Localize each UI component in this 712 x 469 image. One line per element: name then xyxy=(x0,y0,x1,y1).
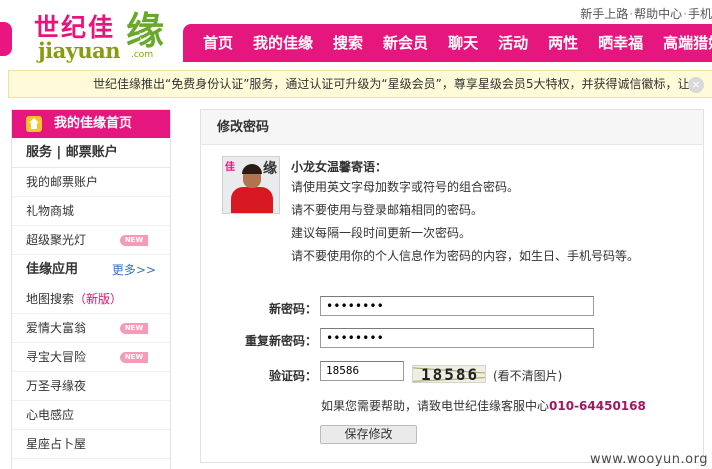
sidebar-item-label: 爱情大富翁 xyxy=(26,321,87,335)
main-nav: 首页我的佳缘搜索新会员聊天活动两性晒幸福高端猎婚 xyxy=(183,24,712,62)
sidebar-home-link[interactable]: 我的佳缘首页 xyxy=(12,110,170,138)
sidebar-item-label: 星座占卜屋 xyxy=(26,437,87,451)
new-badge: NEW xyxy=(120,323,148,334)
sidebar-home-label: 我的佳缘首页 xyxy=(54,116,133,131)
save-changes-button[interactable]: 保存修改 xyxy=(320,425,417,444)
captcha-code: 18586 xyxy=(421,365,480,383)
logo-com: .com xyxy=(131,50,154,60)
tip-line: 建议每隔一段时间更新一次密码。 xyxy=(291,226,472,240)
help-text: 如果您需要帮助，请致电世纪佳缘客服中心010-64450168 xyxy=(321,397,646,414)
mobile-link[interactable]: 手机 xyxy=(688,7,712,21)
change-password-panel: 修改密码 佳 缘 小龙女温馨寄语： 请使用英文字母加数字或符号的组合密码。 请不… xyxy=(200,109,704,463)
sidebar-item-halloween[interactable]: 万圣寻缘夜 xyxy=(12,372,170,401)
sidebar: 我的佳缘首页 服务 | 邮票账户 我的邮票账户 礼物商城 超级聚光灯 NEW 佳缘… xyxy=(11,109,171,469)
captcha-refresh-link[interactable]: (看不清图片) xyxy=(493,367,562,384)
sidebar-item-treasure-hunt[interactable]: 寻宝大冒险 NEW xyxy=(12,343,170,372)
sidebar-item-gift-mall[interactable]: 礼物商城 xyxy=(12,197,170,226)
sidebar-item-label: 地图搜索 xyxy=(26,292,75,306)
panel-title: 修改密码 xyxy=(201,110,703,145)
nav-premium-matchmaking[interactable]: 高端猎婚 xyxy=(653,24,712,62)
sidebar-item-spotlight[interactable]: 超级聚光灯 NEW xyxy=(12,226,170,255)
newbie-link[interactable]: 新手上路 xyxy=(580,7,628,21)
site-logo[interactable]: 世纪佳 缘 jiayuan .com xyxy=(0,0,180,68)
tip-line: 请不要使用与登录邮箱相同的密码。 xyxy=(291,203,484,217)
help-center-link[interactable]: 帮助中心 xyxy=(634,7,682,21)
captcha-field[interactable]: 18586 xyxy=(320,361,404,381)
tip-line: 请使用英文字母加数字或符号的组合密码。 xyxy=(291,180,520,194)
sidebar-item-telepathy[interactable]: 心电感应 xyxy=(12,401,170,430)
sidebar-item-label: 寻宝大冒险 xyxy=(26,350,87,364)
nav-new-members[interactable]: 新会员 xyxy=(373,24,438,62)
logo-yuan-glyph: 缘 xyxy=(126,8,165,53)
sidebar-section-apps: 佳缘应用 更多>> xyxy=(12,255,170,285)
sidebar-item-map-search[interactable]: 地图搜索（新版） xyxy=(12,285,170,314)
sidebar-item-label: 心电感应 xyxy=(26,408,75,422)
nav-my-jiayuan[interactable]: 我的佳缘 xyxy=(243,24,323,62)
avatar-body xyxy=(231,187,273,213)
captcha-label: 验证码： xyxy=(268,369,317,383)
sidebar-item-label: 礼物商城 xyxy=(26,204,75,218)
new-version-tag: （新版） xyxy=(74,292,123,306)
close-icon[interactable]: × xyxy=(688,77,704,93)
avatar-corner-glyph: 缘 xyxy=(263,161,277,177)
nav-home[interactable]: 首页 xyxy=(183,24,243,62)
sidebar-item-stamp-account[interactable]: 我的邮票账户 xyxy=(12,168,170,197)
avatar: 佳 缘 xyxy=(222,156,280,214)
logo-english: jiayuan xyxy=(38,38,121,63)
nav-relationships[interactable]: 两性 xyxy=(538,24,588,62)
sidebar-section-apps-title: 佳缘应用 xyxy=(26,262,79,277)
more-apps-link[interactable]: 更多>> xyxy=(112,255,156,285)
nav-events[interactable]: 活动 xyxy=(488,24,538,62)
nav-share-happiness[interactable]: 晒幸福 xyxy=(588,24,653,62)
new-password-field[interactable]: •••••••• xyxy=(320,296,594,316)
new-badge: NEW xyxy=(120,352,148,363)
nav-search[interactable]: 搜索 xyxy=(323,24,373,62)
nav-chat[interactable]: 聊天 xyxy=(438,24,488,62)
sidebar-item-label: 万圣寻缘夜 xyxy=(26,379,87,393)
notice-bar: 世纪佳缘推出“免费身份认证”服务，通过认证可升级为“星级会员”，尊享星级会员5大… xyxy=(8,70,712,98)
home-icon xyxy=(26,116,42,132)
confirm-password-field[interactable]: •••••••• xyxy=(320,328,594,348)
notice-text[interactable]: 世纪佳缘推出“免费身份认证”服务，通过认证可升级为“星级会员”，尊享星级会员5大… xyxy=(93,77,690,91)
new-password-label: 新密码： xyxy=(268,302,317,316)
tips-block: 小龙女温馨寄语： 请使用英文字母加数字或符号的组合密码。 请不要使用与登录邮箱相… xyxy=(291,160,639,272)
top-links: 新手上路·帮助中心·手机 xyxy=(580,5,712,22)
sidebar-section-services: 服务 | 邮票账户 xyxy=(12,138,170,168)
help-message: 如果您需要帮助，请致电世纪佳缘客服中心 xyxy=(321,399,550,413)
sidebar-item-label: 超级聚光灯 xyxy=(26,233,87,247)
captcha-image[interactable]: 18586 xyxy=(412,365,486,383)
support-phone: 010-64450168 xyxy=(549,399,646,413)
watermark: www.wooyun.org xyxy=(589,452,708,467)
tip-line: 请不要使用你的个人信息作为密码的内容，如生日、手机号码等。 xyxy=(291,249,640,263)
avatar-logo-mark: 佳 xyxy=(225,162,235,173)
sidebar-item-horoscope[interactable]: 星座占卜屋 xyxy=(12,430,170,459)
tips-title: 小龙女温馨寄语： xyxy=(291,160,388,174)
sidebar-item-love-monopoly[interactable]: 爱情大富翁 NEW xyxy=(12,314,170,343)
confirm-password-label: 重复新密码： xyxy=(244,334,317,348)
logo-decoration xyxy=(0,22,12,56)
new-badge: NEW xyxy=(120,235,148,246)
sidebar-item-label: 我的邮票账户 xyxy=(26,175,99,189)
